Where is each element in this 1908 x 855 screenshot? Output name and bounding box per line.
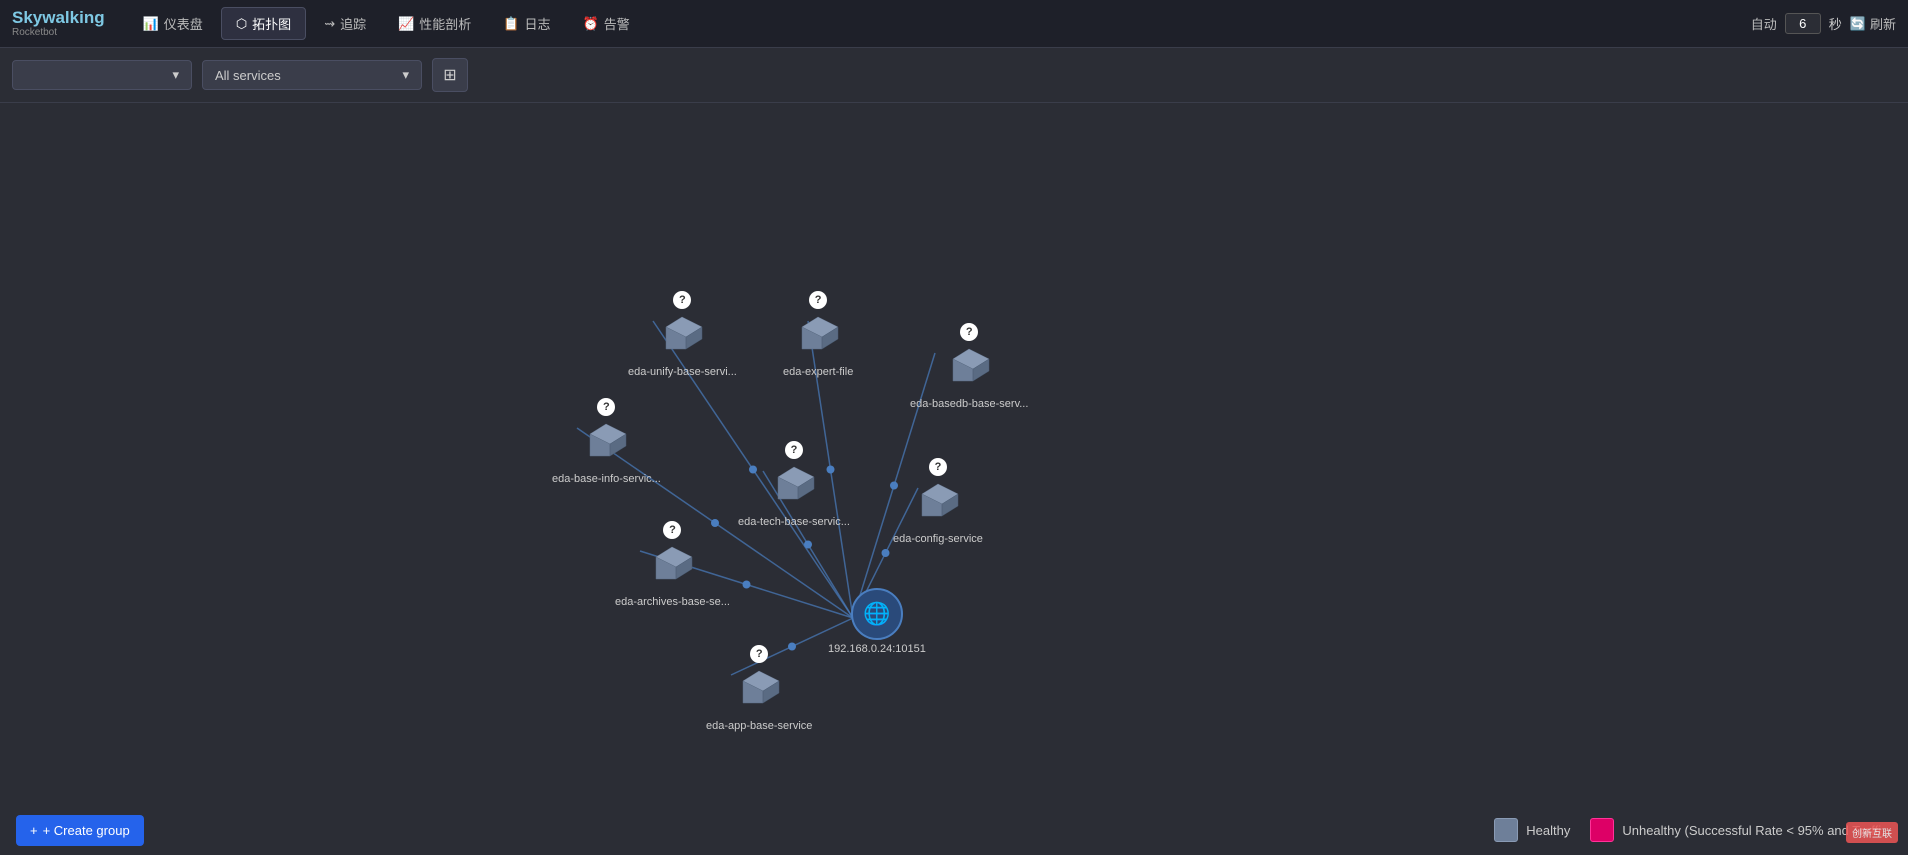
layout-icon: ⊞ [443,65,456,85]
healthy-label: Healthy [1526,823,1570,838]
node-ip-node[interactable]: 🌐 192.168.0.24:10151 [828,588,926,655]
node-label: eda-config-service [893,533,983,545]
chevron-down-icon-2: ▾ [402,67,409,83]
node-eda-tech[interactable]: ? eda-tech-base-servic... [738,441,850,528]
legend-healthy: Healthy [1494,818,1570,842]
legend: Healthy Unhealthy (Successful Rate < 95%… [1494,818,1892,842]
node-label: eda-basedb-base-serv... [910,398,1028,410]
node-badge: ? [809,291,827,309]
node-label: eda-archives-base-se... [615,596,730,608]
logo-text: Skywalking [12,9,105,28]
node-badge: ? [663,521,681,539]
alert-icon: ⏰ [583,16,599,32]
service-icon [792,311,844,363]
healthy-icon [1494,818,1518,842]
node-eda-app[interactable]: ? eda-app-base-service [706,645,812,732]
log-icon: 📋 [503,16,519,32]
service-icon [656,311,708,363]
service-icon [768,461,820,513]
node-label: eda-app-base-service [706,720,812,732]
nav-alert[interactable]: ⏰ 告警 [569,8,644,39]
group-dropdown-value [25,68,29,83]
service-icon [912,478,964,530]
node-eda-unify[interactable]: ? eda-unify-base-servi... [628,291,737,378]
auto-label: 自动 [1751,14,1777,33]
nav-profile[interactable]: 📈 性能剖析 [384,8,485,39]
profile-icon: 📈 [398,16,414,32]
chevron-down-icon: ▾ [172,67,179,83]
node-label: eda-base-info-servic... [552,473,661,485]
nav-log[interactable]: 📋 日志 [489,8,564,39]
service-icon [646,541,698,593]
seconds-input[interactable] [1785,13,1821,34]
node-badge: ? [960,323,978,341]
nav-dashboard[interactable]: 📊 仪表盘 [129,8,217,39]
node-label: eda-expert-file [783,366,853,378]
plus-icon: + [30,823,38,838]
node-eda-archives[interactable]: ? eda-archives-base-se... [615,521,730,608]
service-icon [580,418,632,470]
node-label: eda-tech-base-servic... [738,516,850,528]
service-dropdown-value: All services [215,68,281,83]
node-eda-basedb[interactable]: ? eda-basedb-base-serv... [910,323,1028,410]
node-eda-base-info[interactable]: ? eda-base-info-servic... [552,398,661,485]
node-badge: ? [597,398,615,416]
logo-sub: Rocketbot [12,27,57,38]
refresh-button[interactable]: 🔄 刷新 [1850,14,1896,33]
create-group-button[interactable]: + + Create group [16,815,144,846]
node-eda-config[interactable]: ? eda-config-service [893,458,983,545]
toolbar: ▾ All services ▾ ⊞ [0,48,1908,103]
nav-trace[interactable]: ⇝ 追踪 [310,8,380,39]
service-icon [733,665,785,717]
nav-topology[interactable]: ⬡ 拓扑图 [221,7,306,40]
bottom-bar: + + Create group Healthy Unhealthy (Succ… [0,805,1908,855]
topology-icon: ⬡ [236,16,247,32]
node-badge: ? [929,458,947,476]
node-label: 192.168.0.24:10151 [828,643,926,655]
trace-icon: ⇝ [324,16,335,32]
service-dropdown[interactable]: All services ▾ [202,60,422,90]
node-badge: ? [785,441,803,459]
refresh-icon: 🔄 [1850,16,1866,32]
logo-area: Skywalking Rocketbot [12,9,105,39]
topology-area: ? eda-unify-base-servi... ? [0,103,1908,855]
node-badge: ? [750,645,768,663]
node-badge: ? [673,291,691,309]
node-label: eda-unify-base-servi... [628,366,737,378]
group-dropdown[interactable]: ▾ [12,60,192,90]
service-icon [943,343,995,395]
watermark: 创新互联 [1846,822,1898,843]
navbar: Skywalking Rocketbot 📊 仪表盘 ⬡ 拓扑图 ⇝ 追踪 📈 … [0,0,1908,48]
node-eda-expert[interactable]: ? eda-expert-file [783,291,853,378]
navbar-right: 自动 秒 🔄 刷新 [1751,13,1896,34]
layout-button[interactable]: ⊞ [432,58,468,92]
unhealthy-icon [1590,818,1614,842]
dashboard-icon: 📊 [143,16,159,32]
globe-icon: 🌐 [851,588,903,640]
seconds-unit: 秒 [1829,14,1842,33]
